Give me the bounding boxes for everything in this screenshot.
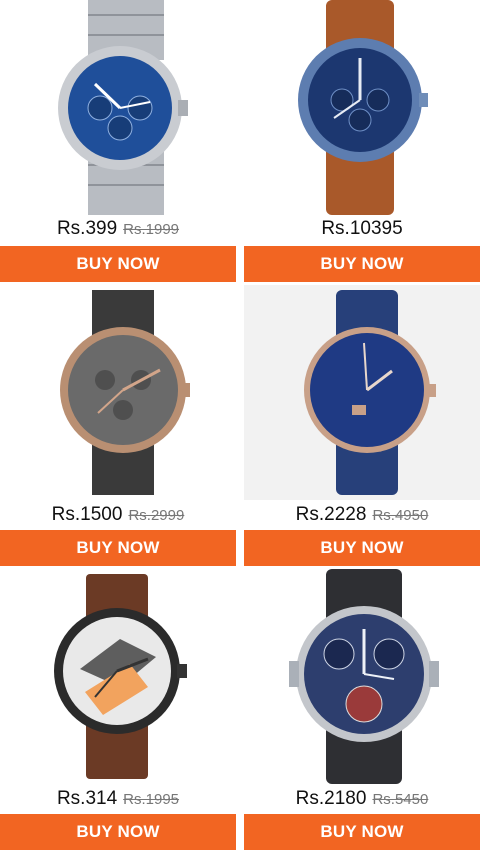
watch-icon — [298, 0, 428, 215]
original-price: Rs.1999 — [123, 221, 180, 238]
sale-price: Rs.314 — [56, 788, 118, 809]
original-price: Rs.1995 — [123, 791, 180, 808]
price-row: Rs.10395 — [244, 218, 480, 240]
original-price: Rs.4950 — [372, 507, 429, 524]
buy-now-button[interactable]: BUY NOW — [0, 530, 236, 566]
buy-now-button[interactable]: BUY NOW — [244, 814, 480, 850]
watch-icon — [304, 290, 436, 495]
product-image[interactable] — [244, 0, 480, 215]
sale-price: Rs.1500 — [51, 504, 123, 525]
price-row: Rs.2180 Rs.5450 — [244, 788, 480, 810]
buy-now-button[interactable]: BUY NOW — [0, 814, 236, 850]
original-price: Rs.5450 — [372, 791, 429, 808]
product-image[interactable] — [244, 285, 480, 500]
buy-now-button[interactable]: BUY NOW — [244, 530, 480, 566]
watch-icon — [289, 569, 439, 784]
price-row: Rs.314 Rs.1995 — [0, 788, 236, 810]
product-image[interactable] — [244, 569, 480, 784]
sale-price: Rs.399 — [56, 218, 118, 239]
sale-price: Rs.2228 — [295, 504, 367, 525]
watch-icon — [60, 290, 190, 495]
watch-icon — [54, 574, 187, 779]
price-row: Rs.399 Rs.1999 — [0, 218, 236, 240]
buy-now-button[interactable]: BUY NOW — [244, 246, 480, 282]
price-row: Rs.1500 Rs.2999 — [0, 504, 236, 526]
watch-icon — [58, 0, 188, 215]
sale-price: Rs.2180 — [295, 788, 367, 809]
buy-now-button[interactable]: BUY NOW — [0, 246, 236, 282]
product-image[interactable] — [0, 285, 236, 500]
original-price: Rs.2999 — [128, 507, 185, 524]
product-image[interactable] — [0, 0, 236, 215]
price-row: Rs.2228 Rs.4950 — [244, 504, 480, 526]
sale-price: Rs.10395 — [321, 218, 403, 239]
product-image[interactable] — [0, 569, 236, 784]
